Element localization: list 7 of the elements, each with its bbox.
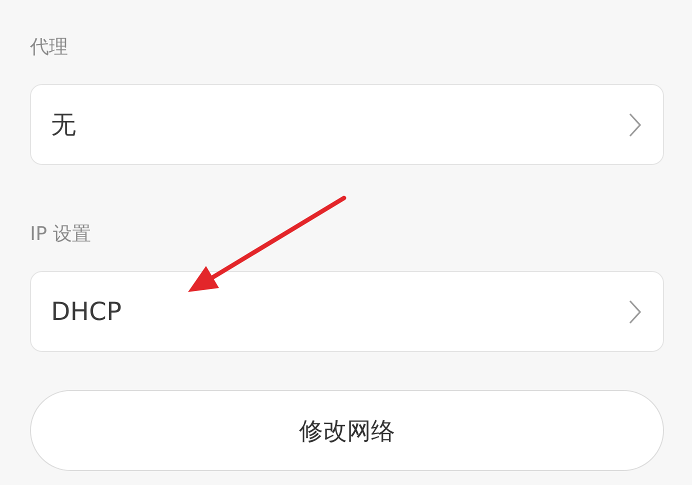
- chevron-icon: [629, 300, 641, 324]
- section-label: IP 设置: [30, 225, 92, 244]
- setting-row[interactable]: DHCP: [30, 271, 664, 352]
- modify-network-button[interactable]: 修改网络: [30, 390, 664, 471]
- setting-row[interactable]: 无: [30, 84, 664, 165]
- section-label: 代理: [30, 38, 68, 57]
- chevron-icon: [629, 112, 641, 136]
